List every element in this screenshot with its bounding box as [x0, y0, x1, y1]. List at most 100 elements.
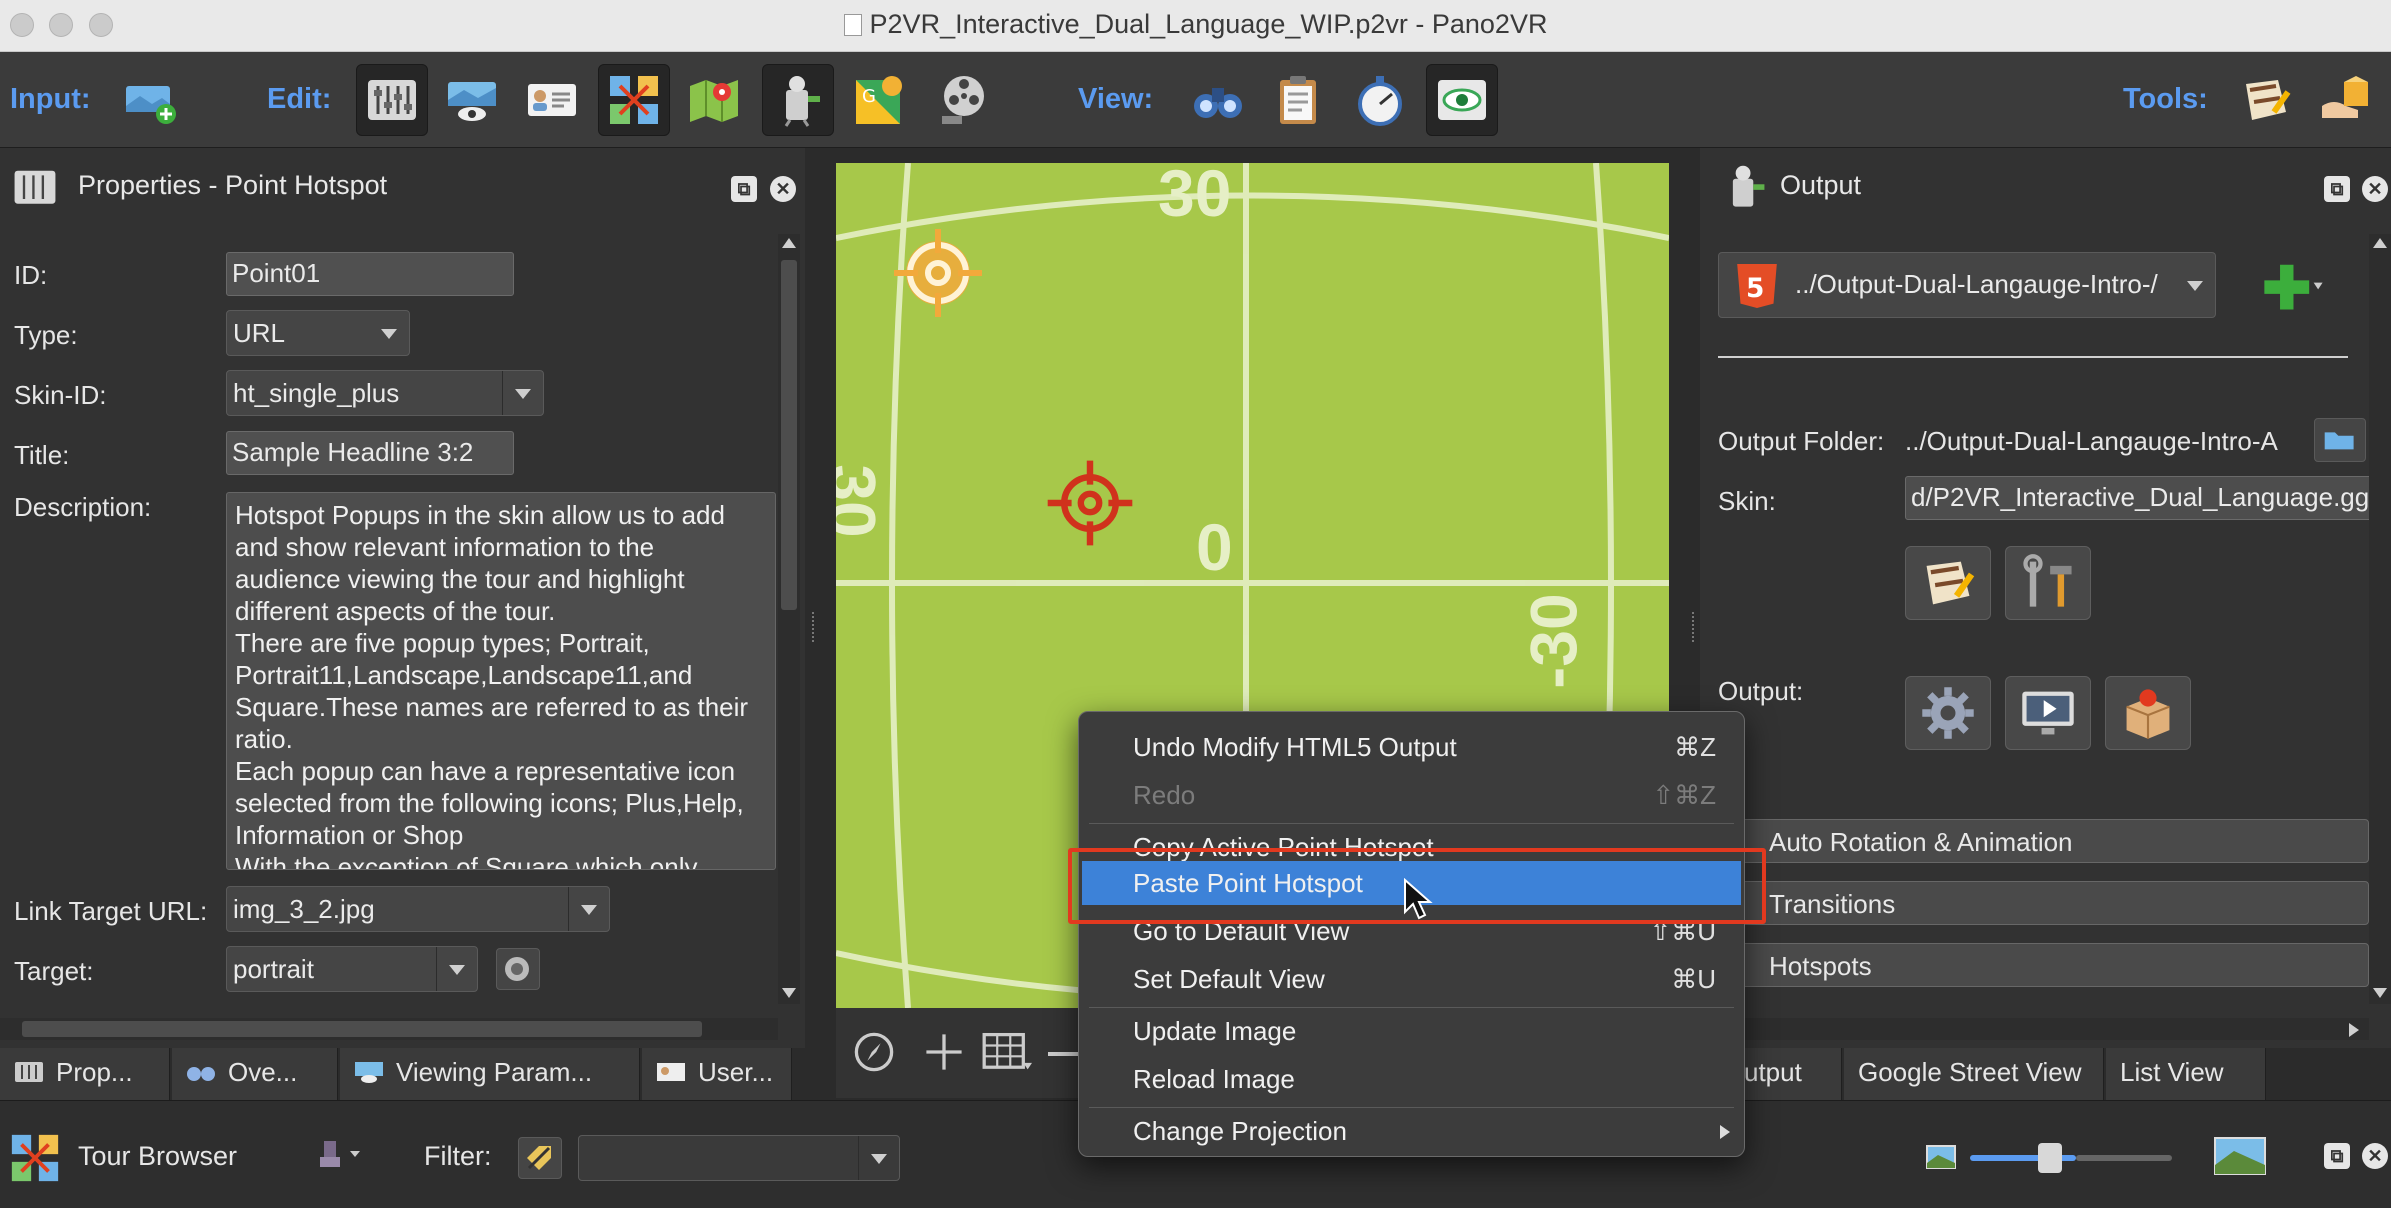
preview-output-button[interactable] [2005, 676, 2091, 750]
combo-separator [436, 947, 437, 991]
output-format-dropdown[interactable]: 5 ../Output-Dual-Langauge-Intro-/ [1718, 252, 2216, 318]
float-panel-button[interactable]: ⧉ [2324, 176, 2350, 202]
skin-tools-button[interactable] [2005, 546, 2091, 620]
tab-list-view[interactable]: List View [2106, 1048, 2266, 1100]
menu-item-set-default-view[interactable]: Set Default View ⌘U [1079, 957, 1744, 1001]
line-icon[interactable] [1048, 1052, 1078, 1056]
close-panel-button[interactable]: ✕ [2362, 1143, 2388, 1169]
description-textarea[interactable]: Hotspot Popups in the skin allow us to a… [226, 492, 776, 870]
title-label: Title: [14, 440, 70, 470]
eye-icon [1438, 80, 1486, 120]
svg-text:G: G [862, 86, 876, 107]
scroll-up-icon[interactable] [782, 238, 796, 248]
scroll-right-icon[interactable] [2349, 1023, 2359, 1037]
filter-combobox[interactable] [578, 1135, 900, 1181]
scroll-down-icon[interactable] [2373, 988, 2387, 998]
close-panel-button[interactable]: ✕ [770, 176, 796, 202]
skin-editor-button[interactable] [2230, 64, 2302, 136]
animation-button[interactable] [928, 64, 1000, 136]
id-field[interactable]: Point01 [226, 252, 514, 296]
menu-item-undo[interactable]: Undo Modify HTML5 Output ⌘Z [1079, 725, 1744, 769]
output-vertical-scrollbar[interactable] [2369, 234, 2391, 1004]
properties-horizontal-scrollbar[interactable] [0, 1018, 778, 1040]
target-circle-icon [505, 957, 529, 981]
timeline-button[interactable] [1344, 64, 1416, 136]
properties-button[interactable] [356, 64, 428, 136]
output-settings-button[interactable] [1905, 676, 1991, 750]
menu-item-change-projection[interactable]: Change Projection [1079, 1109, 1744, 1153]
target-picker-button[interactable] [496, 948, 540, 990]
tab-viewing-parameters[interactable]: Viewing Param... [340, 1048, 640, 1100]
tab-overview[interactable]: Ove... [172, 1048, 338, 1100]
section-transitions[interactable]: Transitions [1738, 881, 2369, 925]
title-field[interactable]: Sample Headline 3:2 [226, 431, 514, 475]
package-output-button[interactable] [2105, 676, 2191, 750]
hotspot-marker-orange[interactable] [888, 223, 988, 323]
crosshair-icon[interactable] [922, 1030, 966, 1074]
clipboard-button[interactable] [1262, 64, 1334, 136]
add-output-button[interactable] [2254, 258, 2324, 314]
output-button[interactable] [762, 64, 834, 136]
window-title: P2VR_Interactive_Dual_Language_WIP.p2vr … [0, 9, 2391, 40]
menu-item-shortcut: ⌘Z [1674, 732, 1716, 762]
sort-menu-button[interactable] [316, 1135, 366, 1175]
main-toolbar: Input: Edit: G View: Tools: [0, 52, 2391, 148]
binoculars-icon [1194, 88, 1242, 118]
scrollbar-thumb[interactable] [781, 260, 797, 610]
sliders-icon [368, 80, 416, 120]
overview-button[interactable] [1182, 64, 1254, 136]
type-dropdown[interactable]: URL [226, 310, 410, 356]
float-panel-button[interactable]: ⧉ [2324, 1143, 2350, 1169]
preview-button[interactable] [1426, 64, 1498, 136]
scrollbar-thumb[interactable] [22, 1021, 702, 1037]
properties-vertical-scrollbar[interactable] [778, 234, 800, 1004]
output-horizontal-scrollbar[interactable] [1700, 1018, 2369, 1040]
compass-icon[interactable] [852, 1030, 896, 1074]
splitter-handle[interactable] [1692, 612, 1696, 642]
tools-label: Tools: [2123, 83, 2208, 115]
tour-map-button[interactable] [598, 64, 670, 136]
sliders-icon [15, 1062, 43, 1082]
tab-google-street-view[interactable]: Google Street View [1844, 1048, 2104, 1100]
stopwatch-icon [1358, 76, 1402, 126]
filter-tag-button[interactable] [518, 1137, 562, 1179]
google-street-view-button[interactable]: G [844, 64, 916, 136]
tab-output[interactable]: utput [1730, 1048, 1842, 1100]
close-panel-button[interactable]: ✕ [2362, 176, 2388, 202]
viewing-parameters-button[interactable] [436, 64, 508, 136]
add-panorama-button[interactable] [114, 64, 186, 136]
slider-thumb[interactable] [2038, 1143, 2062, 1173]
tab-user-data[interactable]: User... [642, 1048, 792, 1100]
target-combobox[interactable]: portrait [226, 946, 478, 992]
output-label: Output: [1718, 676, 1804, 706]
grid-label-center: 0 [1196, 510, 1233, 584]
hand-box-icon [2322, 76, 2368, 118]
menu-item-update-image[interactable]: Update Image [1079, 1009, 1744, 1053]
type-value: URL [233, 318, 286, 348]
slider-track [2076, 1155, 2172, 1161]
grid-icon[interactable] [982, 1030, 1032, 1074]
float-panel-button[interactable]: ⧉ [731, 176, 757, 202]
section-hotspots[interactable]: Hotspots [1738, 943, 2369, 987]
chevron-down-icon [2187, 281, 2203, 291]
scroll-down-icon[interactable] [782, 988, 796, 998]
user-data-button[interactable] [516, 64, 588, 136]
skin-id-value: ht_single_plus [233, 378, 400, 408]
skin-path-field[interactable]: d/P2VR_Interactive_Dual_Language.gg [1905, 476, 2391, 520]
divider [1718, 356, 2348, 358]
menu-item-reload-image[interactable]: Reload Image [1079, 1057, 1744, 1101]
section-auto-rotation[interactable]: Auto Rotation & Animation [1738, 819, 2369, 863]
menu-item-shortcut: ⌘U [1671, 964, 1716, 994]
tab-properties[interactable]: Prop... [0, 1048, 170, 1100]
splitter-handle[interactable] [812, 612, 816, 642]
link-target-combobox[interactable]: img_3_2.jpg [226, 886, 610, 932]
scroll-up-icon[interactable] [2373, 238, 2387, 248]
user-card-icon [657, 1063, 685, 1081]
hotspot-marker-red[interactable] [1044, 457, 1136, 549]
object2vr-button[interactable] [2310, 64, 2382, 136]
open-skin-editor-button[interactable] [1905, 546, 1991, 620]
document-icon [843, 14, 862, 36]
browse-folder-button[interactable] [2314, 418, 2366, 462]
floor-plan-button[interactable] [678, 64, 750, 136]
skin-id-combobox[interactable]: ht_single_plus [226, 370, 544, 416]
